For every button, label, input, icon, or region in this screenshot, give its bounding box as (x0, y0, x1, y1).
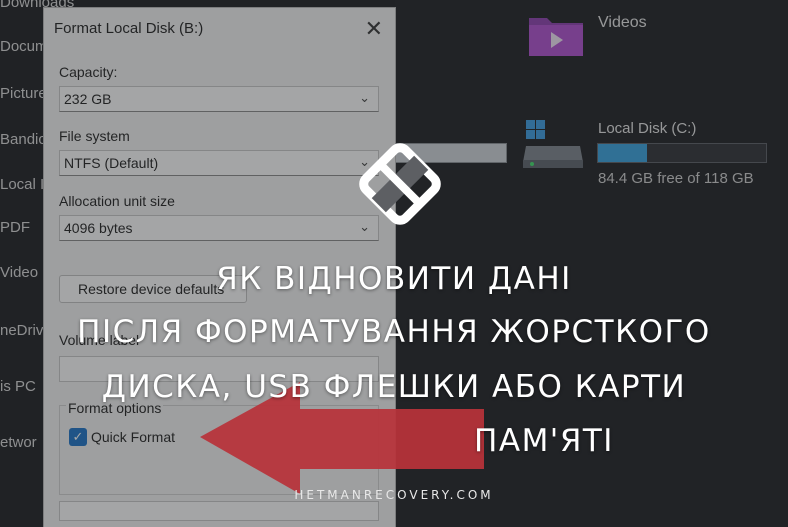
hetman-logo-icon (359, 143, 441, 225)
site-url: HETMANRECOVERY.COM (294, 488, 494, 502)
headline-line-3: ДИСКА, USB ФЛЕШКИ АБО КАРТИ (101, 369, 687, 405)
headline-line-2: ПІСЛЯ ФОРМАТУВАННЯ ЖОРСТКОГО (77, 314, 711, 350)
banner-overlay: ЯК ВІДНОВИТИ ДАНІ ПІСЛЯ ФОРМАТУВАННЯ ЖОР… (0, 0, 788, 527)
headline-line-1: ЯК ВІДНОВИТИ ДАНІ (216, 261, 572, 297)
headline-line-4: ПАМ'ЯТІ (474, 423, 614, 459)
